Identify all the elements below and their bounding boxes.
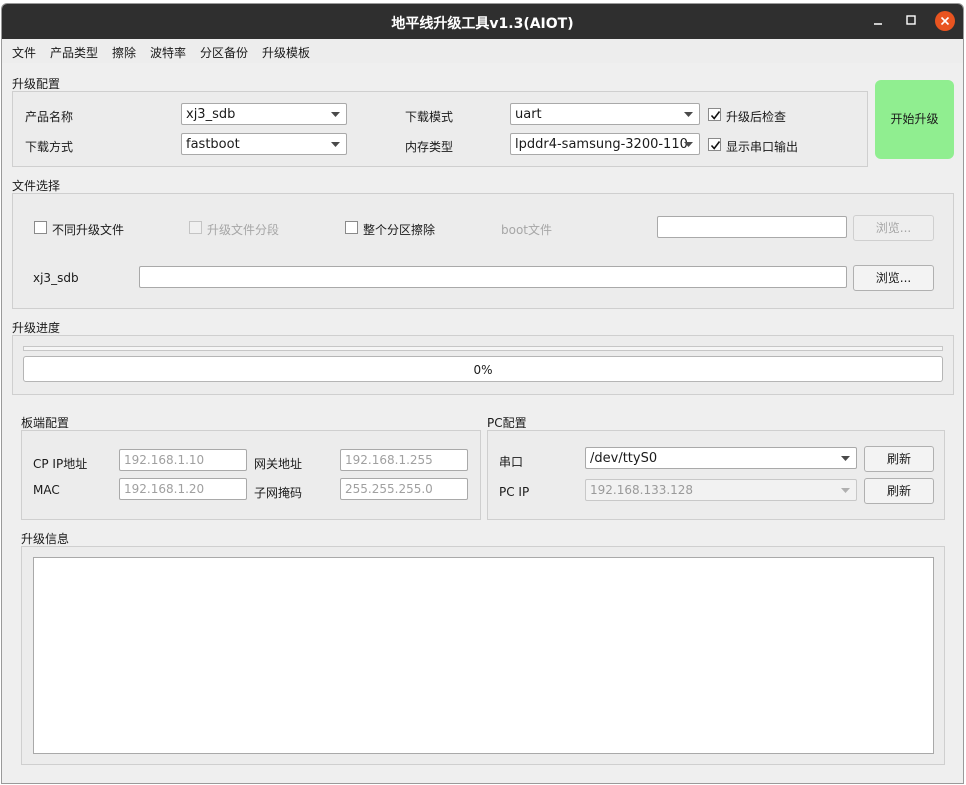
menu-partition-backup[interactable]: 分区备份 (200, 44, 248, 61)
diff-upgrade-file-checkbox[interactable] (34, 221, 47, 234)
download-mode-combo[interactable]: uart (510, 103, 700, 125)
checkmark-icon (710, 141, 721, 150)
progress-text: 0% (473, 363, 493, 377)
product-name-combo[interactable]: xj3_sdb (181, 103, 347, 125)
progress-track (23, 346, 943, 351)
serial-port-value: /dev/ttyS0 (590, 451, 658, 466)
refresh-pc-ip-button[interactable]: 刷新 (864, 478, 934, 504)
chevron-down-icon (331, 142, 340, 147)
check-after-upgrade-label: 升级后检查 (726, 110, 787, 124)
chevron-down-icon (841, 456, 850, 461)
mac-input[interactable] (119, 478, 247, 500)
menu-product-type[interactable]: 产品类型 (50, 44, 98, 61)
title-bar: 地平线升级工具v1.3(AIOT) (2, 4, 963, 39)
cp-ip-input[interactable] (119, 449, 247, 471)
full-partition-erase-label: 整个分区擦除 (363, 223, 436, 237)
board-config-group: CP IP地址 网关地址 MAC 子网掩码 (21, 430, 481, 520)
progress-bar: 0% (23, 356, 943, 382)
boot-file-input[interactable] (657, 216, 847, 238)
start-upgrade-button[interactable]: 开始升级 (875, 80, 954, 159)
download-mode-label: 下载模式 (405, 110, 454, 124)
chevron-down-icon (684, 142, 693, 147)
full-partition-erase-checkbox[interactable] (345, 221, 358, 234)
segment-file-label: 升级文件分段 (207, 223, 280, 237)
chevron-down-icon (331, 112, 340, 117)
pc-config-title: PC配置 (487, 416, 527, 430)
boot-file-label: boot文件 (501, 223, 553, 237)
diff-upgrade-file-label: 不同升级文件 (52, 223, 125, 237)
show-serial-output-checkbox[interactable] (708, 138, 721, 151)
xj3-browse-button[interactable]: 浏览... (853, 265, 934, 291)
xj3-file-input[interactable] (139, 266, 847, 288)
upgrade-config-group: 产品名称 xj3_sdb 下载方式 fastboot 下载模式 uart 内存类… (12, 91, 868, 167)
progress-group: 0% (12, 335, 954, 395)
menu-bar: 文件 产品类型 擦除 波特率 分区备份 升级模板 (2, 39, 963, 63)
download-method-label: 下载方式 (25, 140, 74, 154)
pc-ip-label: PC IP (499, 485, 530, 499)
maximize-button[interactable] (901, 11, 921, 31)
segment-file-checkbox[interactable] (189, 221, 202, 234)
board-config-title: 板端配置 (21, 416, 70, 430)
memory-type-value: lpddr4-samsung-3200-110 (515, 137, 688, 152)
close-button[interactable] (935, 11, 955, 31)
chevron-down-icon (841, 488, 850, 493)
serial-port-label: 串口 (499, 455, 524, 469)
download-mode-value: uart (515, 107, 542, 122)
file-select-title: 文件选择 (12, 179, 61, 193)
check-after-upgrade-checkbox[interactable] (708, 108, 721, 121)
xj3-file-label: xj3_sdb (33, 271, 79, 285)
minimize-button[interactable] (868, 11, 888, 31)
chevron-down-icon (684, 112, 693, 117)
subnet-label: 子网掩码 (254, 486, 303, 500)
checkmark-icon (710, 111, 721, 120)
upgrade-info-group (21, 546, 945, 765)
download-method-value: fastboot (186, 137, 240, 152)
gateway-input[interactable] (340, 449, 468, 471)
minimize-icon (874, 23, 882, 25)
download-method-combo[interactable]: fastboot (181, 133, 347, 155)
cp-ip-label: CP IP地址 (33, 457, 88, 471)
subnet-input[interactable] (340, 478, 468, 500)
memory-type-combo[interactable]: lpddr4-samsung-3200-110 (510, 133, 700, 155)
product-name-label: 产品名称 (25, 110, 74, 124)
refresh-serial-button[interactable]: 刷新 (864, 446, 934, 472)
maximize-icon (906, 15, 916, 25)
pc-config-group: 串口 /dev/ttyS0 刷新 PC IP 192.168.133.128 刷… (487, 430, 945, 520)
upgrade-log-textarea[interactable] (33, 557, 934, 754)
file-select-group: 不同升级文件 升级文件分段 整个分区擦除 boot文件 浏览... xj3_sd… (12, 193, 954, 309)
gateway-label: 网关地址 (254, 457, 303, 471)
window-title: 地平线升级工具v1.3(AIOT) (391, 16, 574, 32)
menu-baud-rate[interactable]: 波特率 (150, 44, 186, 61)
app-window: 地平线升级工具v1.3(AIOT) 文件 产品类型 擦除 波特率 分区备份 升级… (1, 3, 964, 784)
product-name-value: xj3_sdb (186, 107, 236, 122)
serial-port-combo[interactable]: /dev/ttyS0 (585, 447, 857, 469)
show-serial-output-label: 显示串口输出 (726, 140, 799, 154)
pc-ip-combo[interactable]: 192.168.133.128 (585, 479, 857, 501)
boot-browse-button[interactable]: 浏览... (853, 215, 934, 241)
menu-file[interactable]: 文件 (12, 44, 36, 61)
pc-ip-value: 192.168.133.128 (590, 483, 694, 497)
upgrade-info-title: 升级信息 (21, 532, 70, 546)
close-icon (935, 11, 955, 31)
progress-title: 升级进度 (12, 321, 61, 335)
upgrade-config-title: 升级配置 (12, 77, 61, 91)
menu-upgrade-template[interactable]: 升级模板 (262, 44, 310, 61)
menu-erase[interactable]: 擦除 (112, 44, 136, 61)
mac-label: MAC (33, 483, 60, 497)
memory-type-label: 内存类型 (405, 140, 454, 154)
